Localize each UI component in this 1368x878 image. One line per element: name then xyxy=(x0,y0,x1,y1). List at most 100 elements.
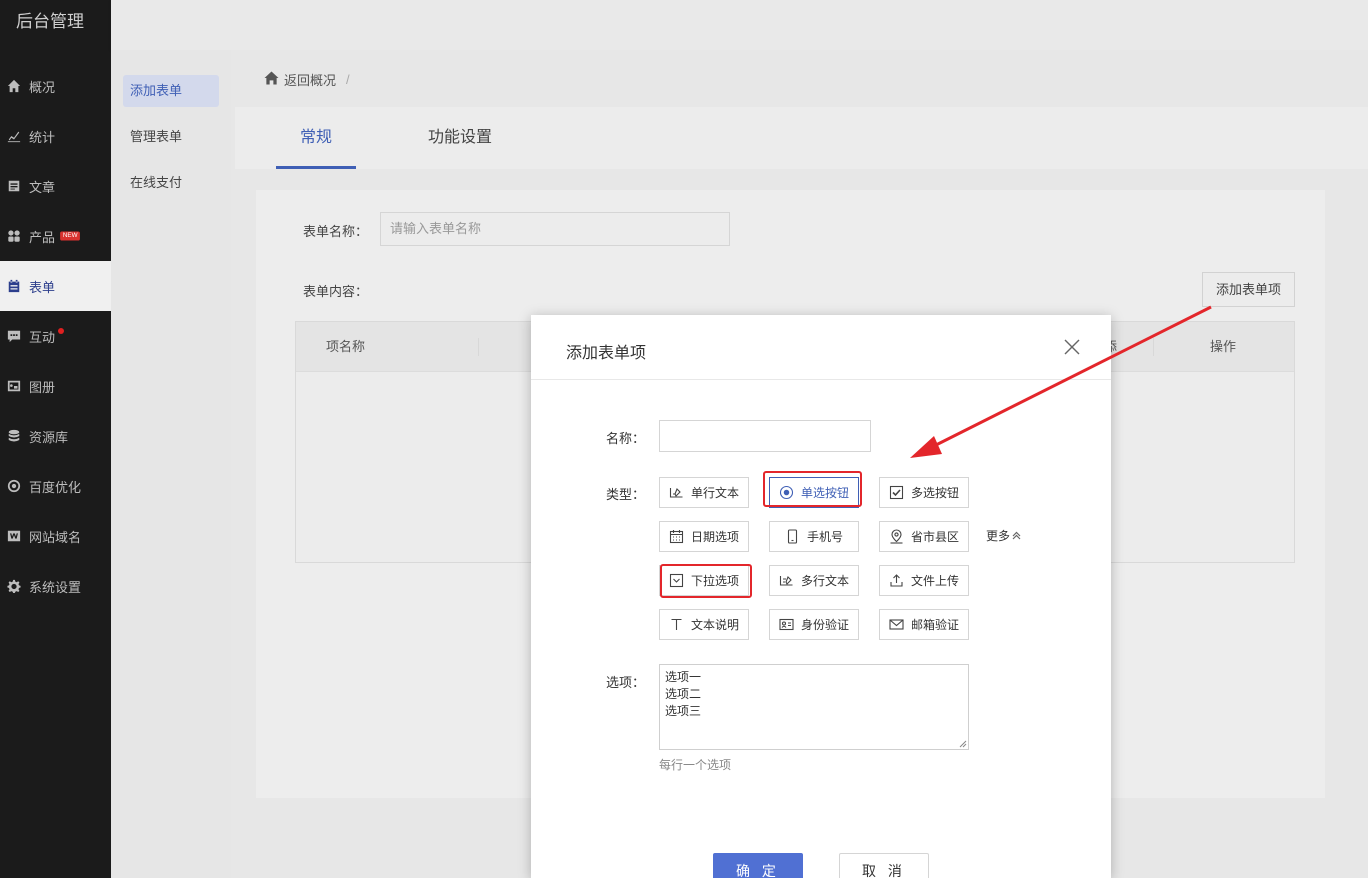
option-line: 选项一 xyxy=(665,670,702,684)
type-date[interactable]: 日期选项 xyxy=(659,521,749,552)
column-divider xyxy=(478,338,479,356)
form-name-input[interactable]: 请输入表单名称 xyxy=(380,212,730,246)
sidebar-item-label: 概况 xyxy=(29,79,56,95)
sidebar-item-label: 产品 xyxy=(29,229,56,245)
type-single-line-text[interactable]: 单行文本 xyxy=(659,477,749,508)
type-checkbox[interactable]: 多选按钮 xyxy=(879,477,969,508)
single-line-icon xyxy=(669,485,684,500)
subnav-add-form[interactable]: 添加表单 xyxy=(123,75,219,107)
form-content-label: 表单内容： xyxy=(303,284,369,299)
tab-general[interactable]: 常规 xyxy=(276,107,356,169)
chevron-up-icon xyxy=(1012,531,1021,540)
close-button[interactable] xyxy=(1063,338,1081,356)
sidebar-item-articles[interactable]: 文章 xyxy=(0,161,111,211)
type-id-verification[interactable]: 身份验证 xyxy=(769,609,859,640)
form-icon xyxy=(6,278,22,294)
type-label: 文本说明 xyxy=(690,618,739,632)
item-type-label: 类型： xyxy=(606,487,646,502)
new-badge: NEW xyxy=(60,231,81,241)
more-label: 更多 xyxy=(986,529,1011,543)
sidebar-item-label: 百度优化 xyxy=(29,479,82,495)
options-textarea[interactable]: 选项一 选项二 选项三 xyxy=(659,664,969,750)
sidebar-item-domain[interactable]: 网站域名 xyxy=(0,511,111,561)
checkbox-icon xyxy=(889,485,904,500)
multi-line-icon xyxy=(779,573,794,588)
type-label: 文件上传 xyxy=(910,574,959,588)
sidebar-item-label: 系统设置 xyxy=(29,579,82,595)
text-icon xyxy=(669,617,684,632)
location-icon xyxy=(889,529,904,544)
resize-handle-icon[interactable] xyxy=(959,740,967,748)
brand-title: 后台管理 xyxy=(16,12,84,31)
sidebar-item-album[interactable]: 图册 xyxy=(0,361,111,411)
dialog-title: 添加表单项 xyxy=(566,345,647,362)
sidebar-item-interaction[interactable]: 互动 xyxy=(0,311,111,361)
seo-icon xyxy=(6,478,22,494)
type-email-verification[interactable]: 邮箱验证 xyxy=(879,609,969,640)
phone-icon xyxy=(785,529,800,544)
column-divider xyxy=(1153,338,1154,356)
home-icon xyxy=(264,71,284,88)
type-label: 多行文本 xyxy=(800,574,849,588)
options-hint: 每行一个选项 xyxy=(659,758,732,772)
mail-icon xyxy=(889,617,904,632)
item-name-input[interactable] xyxy=(659,420,871,452)
type-text-description[interactable]: 文本说明 xyxy=(659,609,749,640)
type-label: 手机号 xyxy=(806,530,843,544)
notification-dot xyxy=(58,328,65,334)
sidebar-item-settings[interactable]: 系统设置 xyxy=(0,561,111,611)
type-label: 邮箱验证 xyxy=(910,618,959,632)
sidebar-item-seo[interactable]: 百度优化 xyxy=(0,461,111,511)
calendar-icon xyxy=(669,529,684,544)
sidebar-item-stats[interactable]: 统计 xyxy=(0,111,111,161)
album-icon xyxy=(6,378,22,394)
type-phone[interactable]: 手机号 xyxy=(769,521,859,552)
sidebar-item-resources[interactable]: 资源库 xyxy=(0,411,111,461)
column-header-actions: 操作 xyxy=(1210,339,1237,354)
sidebar-item-label: 图册 xyxy=(29,379,56,395)
sidebar-item-label: 表单 xyxy=(29,279,56,295)
sidebar-item-products[interactable]: 产品 NEW xyxy=(0,211,111,261)
apps-icon xyxy=(6,228,22,244)
form-name-label: 表单名称： xyxy=(303,224,369,239)
cancel-button[interactable]: 取 消 xyxy=(839,853,929,878)
options-label: 选项： xyxy=(606,675,646,690)
top-bar xyxy=(111,0,1368,50)
sub-navigation: 添加表单 管理表单 在线支付 xyxy=(111,50,231,878)
type-file-upload[interactable]: 文件上传 xyxy=(879,565,969,596)
upload-icon xyxy=(889,573,904,588)
column-header-name: 项名称 xyxy=(326,339,366,354)
gear-icon xyxy=(6,578,22,594)
tab-function-settings[interactable]: 功能设置 xyxy=(420,107,500,169)
type-multi-line-text[interactable]: 多行文本 xyxy=(769,565,859,596)
option-line: 选项三 xyxy=(665,704,702,718)
subnav-manage-forms[interactable]: 管理表单 xyxy=(123,121,219,153)
sidebar-item-label: 网站域名 xyxy=(29,529,82,545)
dialog-header: 添加表单项 xyxy=(531,315,1111,380)
item-name-label: 名称： xyxy=(606,431,646,446)
type-label: 省市县区 xyxy=(910,530,959,544)
chart-icon xyxy=(6,128,22,144)
subnav-online-payment[interactable]: 在线支付 xyxy=(123,167,219,199)
sidebar-item-label: 互动 xyxy=(29,329,56,345)
more-types-toggle[interactable]: 更多 xyxy=(986,527,1021,544)
type-region[interactable]: 省市县区 xyxy=(879,521,969,552)
close-icon xyxy=(1064,339,1080,355)
option-line: 选项二 xyxy=(665,687,702,701)
add-form-item-button[interactable]: 添加表单项 xyxy=(1202,272,1295,307)
add-form-item-dialog: 添加表单项 名称： 类型： 单行文本 单选按钮 多选按钮 日期选项 手机号 省市… xyxy=(531,315,1111,878)
tabs-bar: 常规 功能设置 xyxy=(235,107,1368,169)
highlight-box-dropdown xyxy=(660,564,752,598)
database-icon xyxy=(6,428,22,444)
type-label: 日期选项 xyxy=(690,530,739,544)
breadcrumb-separator: / xyxy=(346,72,350,87)
home-icon xyxy=(6,78,22,94)
breadcrumb-back-link[interactable]: 返回概况 xyxy=(284,70,336,89)
sidebar-item-forms[interactable]: 表单 xyxy=(0,261,111,311)
confirm-button[interactable]: 确 定 xyxy=(713,853,803,878)
sidebar-item-label: 统计 xyxy=(29,129,56,145)
domain-icon xyxy=(6,528,22,544)
type-label: 多选按钮 xyxy=(910,486,959,500)
sidebar-item-overview[interactable]: 概况 xyxy=(0,61,111,111)
sidebar-item-label: 文章 xyxy=(29,179,56,195)
